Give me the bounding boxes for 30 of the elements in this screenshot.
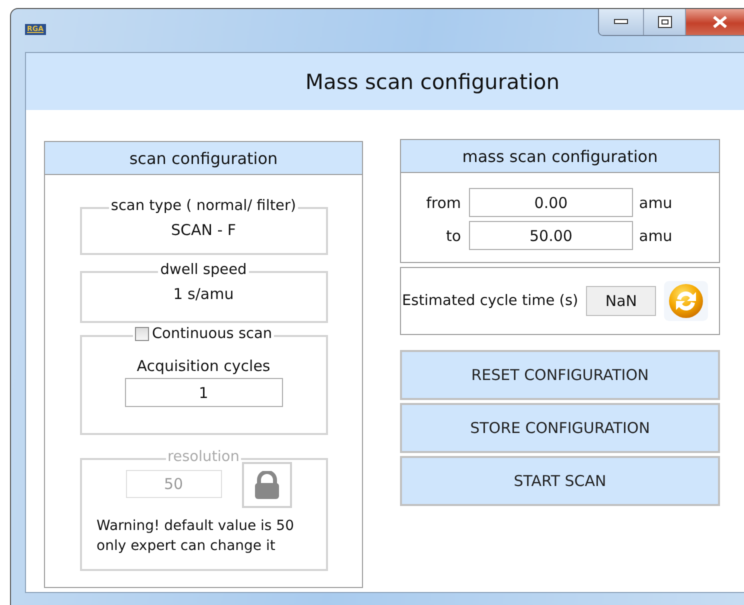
maximize-button[interactable] <box>643 9 685 35</box>
group-label: dwell speed <box>158 262 249 278</box>
acquisition-cycles-label: Acquisition cycles <box>136 357 270 375</box>
acquisition-cycles-field[interactable]: 1 <box>124 378 282 407</box>
action-button[interactable]: STORE CONFIGURATION <box>400 403 720 453</box>
close-icon <box>712 16 728 28</box>
scan-type-value: SCAN - F <box>170 221 236 239</box>
warning-text: Warning! default value is 50 only expert can change it <box>96 517 294 556</box>
range-field[interactable]: 50.00 <box>469 221 633 250</box>
range-field[interactable]: 0.00 <box>469 188 633 217</box>
unit-label: amu <box>639 194 672 212</box>
group-label: scan type ( normal/ filter) <box>108 198 298 214</box>
unit-label: amu <box>639 226 672 244</box>
range-label: to <box>444 226 461 244</box>
range-label: from <box>425 194 461 212</box>
minimize-icon <box>614 19 628 25</box>
action-button[interactable]: START SCAN <box>400 456 720 506</box>
minimize-button[interactable] <box>599 9 643 35</box>
close-button[interactable] <box>685 9 744 35</box>
dwell-speed-value: 1 s/amu <box>173 285 234 303</box>
restore-icon <box>658 16 672 28</box>
cycle-time-label: Estimated cycle time (s) <box>402 293 578 309</box>
refresh-icon <box>668 283 704 319</box>
panel-title: scan configuration <box>45 142 362 175</box>
window-title: Mass scan configuration <box>305 70 560 94</box>
checkbox[interactable] <box>134 327 149 341</box>
cycle-time-value: NaN <box>586 286 656 316</box>
refresh-button[interactable] <box>664 281 708 321</box>
action-button[interactable]: RESET CONFIGURATION <box>400 350 720 400</box>
panel-title: mass scan configuration <box>401 140 719 173</box>
